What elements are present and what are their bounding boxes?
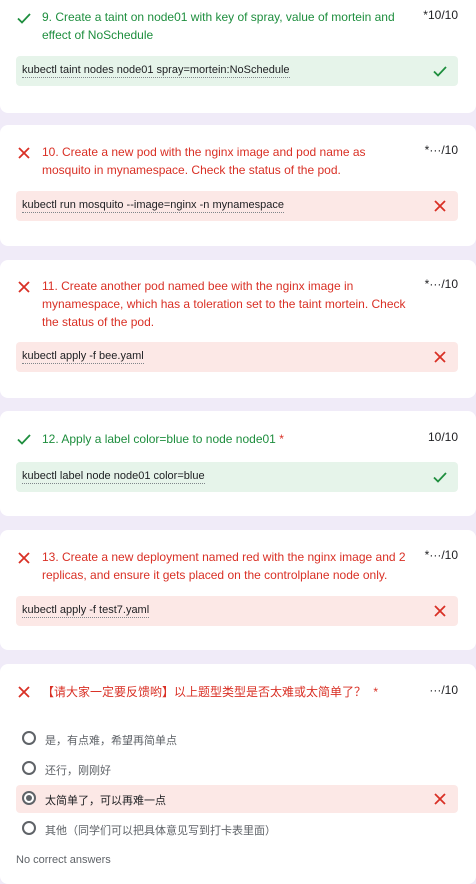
question-score: *···/10 xyxy=(424,548,458,562)
question-card-12: 12. Apply a label color=blue to node nod… xyxy=(0,411,476,516)
close-icon xyxy=(432,198,448,214)
question-score: ···/10 xyxy=(429,683,458,697)
check-icon xyxy=(16,431,32,447)
required-asterisk: * xyxy=(279,432,284,446)
question-card-10: 10. Create a new pod with the nginx imag… xyxy=(0,125,476,246)
close-icon xyxy=(16,550,32,566)
check-icon xyxy=(432,469,448,485)
question-score: *···/10 xyxy=(424,277,458,291)
question-score: 10/10 xyxy=(427,430,458,444)
radio-button-selected[interactable] xyxy=(22,791,36,805)
check-icon xyxy=(432,63,448,79)
answer-text: kubectl apply -f bee.yaml xyxy=(22,350,144,364)
question-text-content: 【请大家一定要反馈哟】以上题型类型是否太难或太简单了？ xyxy=(42,685,367,699)
question-text: 12. Apply a label color=blue to node nod… xyxy=(42,430,410,448)
answer-box: kubectl taint nodes node01 spray=mortein… xyxy=(16,56,458,86)
question-card-13: 13. Create a new deployment named red wi… xyxy=(0,530,476,650)
close-icon xyxy=(16,684,32,700)
no-correct-answers-note: No correct answers xyxy=(16,854,111,866)
answer-text: kubectl taint nodes node01 spray=mortein… xyxy=(22,64,290,78)
radio-button[interactable] xyxy=(22,761,36,775)
close-icon xyxy=(432,349,448,365)
answer-box: kubectl label node node01 color=blue xyxy=(16,462,458,492)
radio-button[interactable] xyxy=(22,731,36,745)
answer-text: kubectl run mosquito --image=nginx -n my… xyxy=(22,199,284,213)
radio-option-selected[interactable]: 太简单了，可以再难一点 xyxy=(16,785,458,813)
question-card-9: 9. Create a taint on node01 with key of … xyxy=(0,0,476,113)
answer-box: kubectl apply -f test7.yaml xyxy=(16,596,458,626)
radio-dot xyxy=(26,795,32,801)
answer-box: kubectl apply -f bee.yaml xyxy=(16,342,458,372)
question-text-content: 12. Apply a label color=blue to node nod… xyxy=(42,432,276,446)
check-icon xyxy=(16,10,32,26)
answer-box: kubectl run mosquito --image=nginx -n my… xyxy=(16,191,458,221)
question-card-11: 11. Create another pod named bee with th… xyxy=(0,260,476,398)
radio-button[interactable] xyxy=(22,821,36,835)
question-text: 13. Create a new deployment named red wi… xyxy=(42,550,406,582)
close-icon xyxy=(16,279,32,295)
radio-option[interactable]: 还行，刚刚好 xyxy=(16,755,458,783)
survey-card: 【请大家一定要反馈哟】以上题型类型是否太难或太简单了？ * ···/10 是，有… xyxy=(0,664,476,884)
answer-text: kubectl apply -f test7.yaml xyxy=(22,604,150,618)
radio-option[interactable]: 其他（同学们可以把具体意见写到打卡表里面） xyxy=(16,815,458,843)
radio-label: 其他（同学们可以把具体意见写到打卡表里面） xyxy=(45,825,276,837)
close-icon xyxy=(432,791,448,807)
radio-label: 太简单了，可以再难一点 xyxy=(45,795,166,807)
close-icon xyxy=(432,603,448,619)
question-text: 10. Create a new pod with the nginx imag… xyxy=(42,145,366,177)
answer-text: kubectl label node node01 color=blue xyxy=(22,470,205,484)
question-score: *10/10 xyxy=(423,8,458,22)
required-asterisk: * xyxy=(373,685,379,699)
question-text: 11. Create another pod named bee with th… xyxy=(42,279,406,329)
question-score: *···/10 xyxy=(424,143,458,157)
radio-label: 是，有点难，希望再简单点 xyxy=(45,735,177,747)
radio-option[interactable]: 是，有点难，希望再简单点 xyxy=(16,725,458,753)
close-icon xyxy=(16,145,32,161)
question-text: 【请大家一定要反馈哟】以上题型类型是否太难或太简单了？ * xyxy=(42,683,410,701)
radio-label: 还行，刚刚好 xyxy=(45,765,111,777)
question-text: 9. Create a taint on node01 with key of … xyxy=(42,10,395,42)
